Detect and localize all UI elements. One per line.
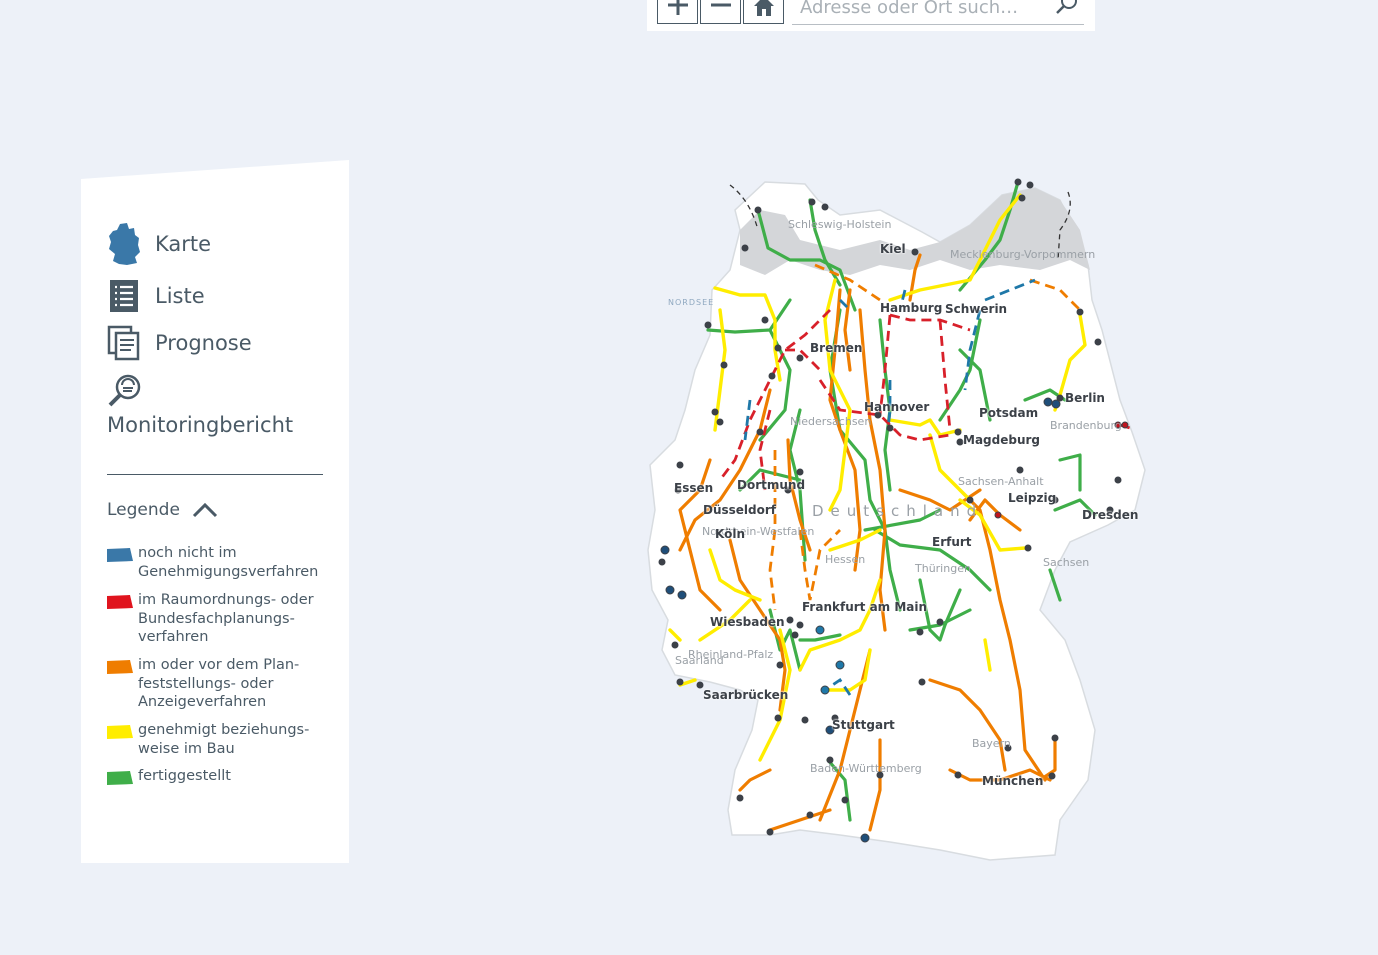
nav-item-monitoringbericht[interactable]: Monitoringbericht (107, 373, 293, 437)
zoom-out-button[interactable] (700, 0, 741, 24)
city-label: Erfurt (932, 535, 972, 549)
region-label: Sachsen-Anhalt (958, 475, 1044, 488)
sidebar-divider (107, 474, 323, 475)
city-label: Düsseldorf (703, 503, 777, 517)
legend-swatch-yellow (107, 725, 133, 739)
legend-label: im oder vor dem Plan-feststellungs- oder… (138, 657, 300, 710)
region-label: Hessen (825, 553, 866, 566)
legend-title: Legende (107, 500, 180, 520)
city-label: Berlin (1065, 391, 1105, 405)
report-search-icon (108, 374, 141, 407)
search-icon[interactable] (1054, 0, 1080, 18)
region-label: Brandenburg (1050, 419, 1122, 432)
legend-swatch-green (107, 771, 133, 785)
city-label: Schwerin (945, 302, 1008, 316)
city-label: Essen (674, 481, 714, 495)
home-icon (753, 0, 774, 16)
legend-label: fertiggestellt (138, 768, 231, 784)
city-label: Magdeburg (963, 433, 1040, 447)
nav-label-karte: Karte (155, 232, 212, 256)
country-label: Deutschland (812, 502, 984, 520)
region-label: Sachsen (1043, 556, 1090, 569)
address-search-input[interactable] (800, 0, 1048, 20)
germany-outline (647, 181, 1146, 861)
address-search (792, 0, 1084, 25)
city-label: München (982, 774, 1044, 788)
city-label: Dresden (1082, 508, 1139, 522)
legend-label: im Raumordnungs- oder Bundesfachplanungs… (138, 592, 314, 645)
nav-label-liste: Liste (155, 284, 205, 308)
city-label: Leipzig (1008, 491, 1057, 505)
nav-item-karte[interactable]: Karte (107, 222, 211, 266)
city-label: Hamburg (880, 301, 943, 315)
region-label: Schleswig-Holstein (788, 218, 892, 231)
home-button[interactable] (743, 0, 784, 24)
legend-swatch-blue (107, 548, 133, 562)
minus-icon (710, 3, 731, 7)
legend-swatch-orange (107, 660, 133, 674)
map-toolbar (647, 0, 1095, 31)
nav-item-prognose[interactable]: Prognose (107, 321, 252, 365)
sidebar-panel: Karte Liste Prognose Monitoringbericht L… (81, 160, 349, 863)
city-label: Hannover (864, 400, 930, 414)
city-label: Dortmund (737, 478, 806, 492)
city-label: Köln (715, 527, 745, 541)
region-label: Bayern (972, 737, 1011, 750)
legend-swatch-red (107, 595, 133, 609)
document-icon (107, 325, 140, 361)
city-label: Kiel (880, 242, 906, 256)
region-label: Niedersachsen (790, 415, 872, 428)
list-icon (110, 280, 138, 312)
city-label: Potsdam (979, 406, 1039, 420)
germany-map-icon (109, 223, 140, 265)
city-label: Stuttgart (832, 718, 895, 732)
region-label: Baden-Württemberg (810, 762, 922, 775)
plus-icon (667, 0, 688, 15)
nav-label-monitoringbericht: Monitoringbericht (107, 413, 294, 437)
legend-toggle[interactable]: Legende (107, 500, 218, 520)
chevron-up-icon (192, 502, 217, 518)
region-label: Saarland (675, 654, 724, 667)
region-label: Thüringen (915, 562, 971, 575)
germany-map[interactable]: Schleswig-Holstein Mecklenburg-Vorpommer… (640, 170, 1160, 870)
city-label: Saarbrücken (703, 688, 789, 702)
city-label: Frankfurt am Main (802, 600, 928, 614)
zoom-in-button[interactable] (657, 0, 698, 24)
legend-label: genehmigt beziehungs-weise im Bau (138, 722, 310, 757)
nav-label-prognose: Prognose (155, 331, 252, 355)
region-label: Mecklenburg-Vorpommern (950, 248, 1096, 261)
city-label: Bremen (810, 341, 863, 355)
city-label: Wiesbaden (710, 615, 785, 629)
nav-item-liste[interactable]: Liste (107, 274, 205, 318)
legend-label: noch nicht im Genehmigungsverfahren (138, 545, 319, 580)
sea-label: NORDSEE (668, 298, 715, 307)
